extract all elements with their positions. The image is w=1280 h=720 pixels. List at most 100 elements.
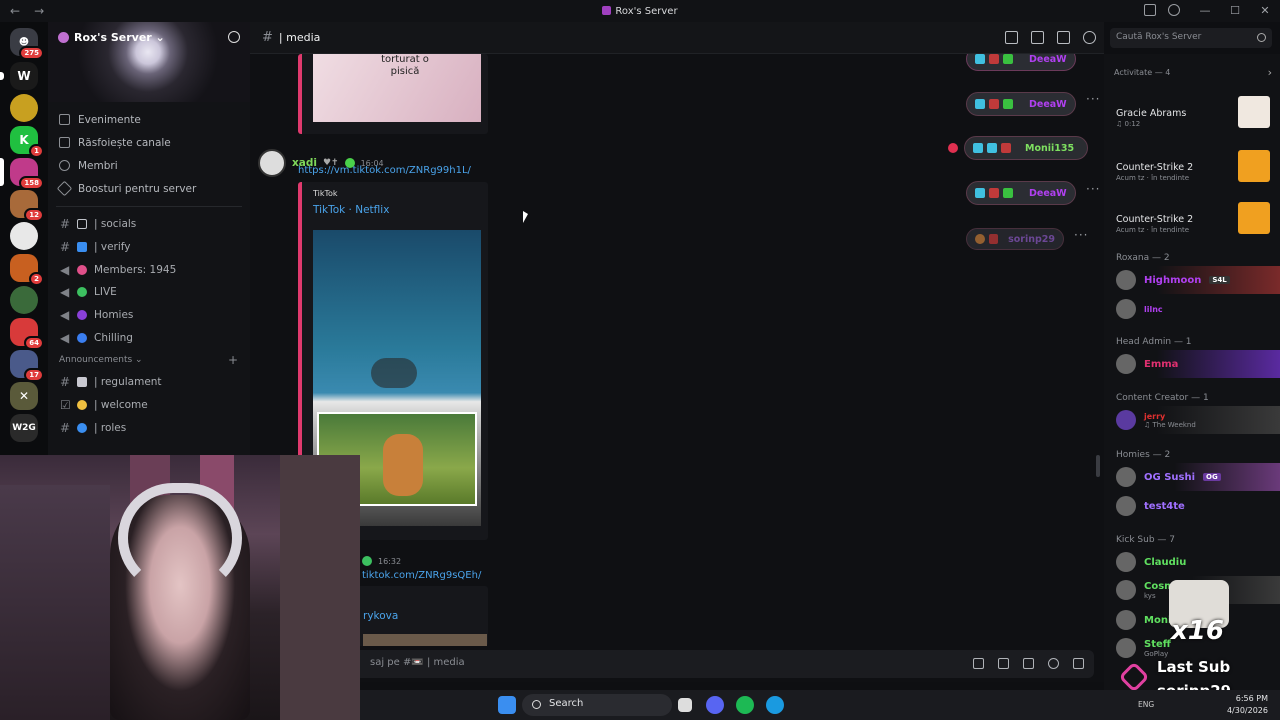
unread-badge: 275 (19, 46, 44, 60)
window-title: Rox's Server (0, 5, 1280, 17)
counter-strike-icon (1238, 202, 1270, 234)
channel-socials[interactable]: # | socials (48, 213, 250, 236)
reaction-pill[interactable]: DeeaW (966, 54, 1076, 71)
server-rox-icon[interactable]: 158 (0, 158, 44, 190)
member-item[interactable]: Highmoon S4L (1104, 266, 1280, 294)
scrollbar[interactable] (1096, 455, 1100, 477)
server-avatar-icon[interactable]: 12 (10, 190, 44, 222)
message-link[interactable]: tiktok.com/ZNRg9sQEh/ (362, 570, 481, 581)
members-link[interactable]: Membri (48, 154, 250, 177)
member-item[interactable]: Emma (1104, 350, 1280, 378)
gif-icon[interactable] (998, 658, 1009, 669)
inbox-icon[interactable] (1144, 4, 1156, 16)
server-k-icon[interactable]: K1 (10, 126, 44, 158)
back-button[interactable]: ← (10, 4, 20, 18)
member-item[interactable]: OG Sushi OG (1104, 463, 1280, 491)
checkmark-icon (77, 242, 87, 253)
timestamp: 16:32 (378, 556, 402, 566)
server-green-icon[interactable] (10, 286, 38, 314)
taskbar-search[interactable]: Search (522, 694, 672, 716)
add-channel-button[interactable]: + (228, 353, 238, 367)
group-header: Homies — 2 (1116, 450, 1171, 460)
browse-channels-link[interactable]: Răsfoiește canale (48, 131, 250, 154)
pin-icon[interactable] (1057, 31, 1070, 44)
gift-icon[interactable] (973, 658, 984, 669)
embed-title[interactable]: rykova (363, 610, 398, 622)
reaction-pill[interactable]: DeeaW (966, 181, 1076, 205)
channel-roles[interactable]: # | roles (48, 417, 250, 440)
more-options-icon[interactable]: ··· (1086, 92, 1100, 106)
avatar[interactable] (258, 149, 286, 177)
channel-chilling[interactable]: ◀ Chilling (48, 326, 250, 349)
avatar (1116, 299, 1136, 319)
member-item[interactable]: test4te (1104, 492, 1280, 520)
invite-icon[interactable] (228, 31, 240, 43)
video-thumbnail[interactable]: torturat o pisică (313, 54, 481, 122)
member-item[interactable]: lilnc (1104, 295, 1280, 323)
clock[interactable]: 6:56 PM 4/30/2026 (1227, 693, 1268, 717)
events-link[interactable]: Evenimente (48, 108, 250, 131)
category-announcements[interactable]: Announcements ⌄ + (48, 349, 250, 371)
server-boosts-link[interactable]: Boosturi pentru server (48, 177, 250, 200)
server-w2g-icon[interactable]: W2G (10, 414, 38, 442)
chevron-right-icon[interactable]: › (1268, 66, 1272, 79)
edge-icon[interactable] (766, 696, 784, 714)
notepad-icon (77, 377, 87, 388)
hash-icon: # (60, 240, 71, 255)
message-input[interactable]: saj pe #📼 | media (260, 650, 1094, 678)
reaction-pill[interactable]: DeeaW (966, 92, 1076, 116)
help-icon[interactable] (1168, 4, 1180, 16)
task-view-icon[interactable] (678, 698, 692, 712)
activity-card[interactable]: Gracie Abrams ♫ 0:12 (1112, 88, 1274, 134)
group-header: Roxana — 2 (1116, 253, 1170, 263)
more-options-icon[interactable]: ··· (1074, 228, 1088, 242)
message-link[interactable]: https://vm.tiktok.com/ZNRg99h1L/ (298, 165, 471, 176)
direct-messages-icon[interactable]: ☻ 275 (10, 28, 44, 60)
channel-live[interactable]: ◀ LIVE (48, 281, 250, 304)
server-name-button[interactable]: Rox's Server ⌄ (58, 31, 165, 44)
member-item[interactable]: jerry ♫ The Weeknd (1104, 406, 1280, 434)
video-thumbnail[interactable] (363, 634, 487, 646)
server-gold-icon[interactable] (10, 94, 38, 122)
threads-icon[interactable] (1005, 31, 1018, 44)
speaker-icon: ◀ (60, 308, 70, 323)
close-button[interactable]: ✕ (1250, 0, 1280, 22)
channel-welcome[interactable]: ☑ | welcome (48, 394, 250, 417)
server-w-icon[interactable]: W (0, 62, 38, 90)
embed-title[interactable]: TikTok · Netflix (313, 204, 389, 216)
server-x-icon[interactable]: ✕ (10, 382, 38, 410)
server-red-icon[interactable]: 64 (10, 318, 44, 350)
server-white-icon[interactable] (10, 222, 38, 250)
channel-members-count[interactable]: ◀ Members: 1945 (48, 258, 250, 281)
apps-icon[interactable] (1073, 658, 1084, 669)
more-options-icon[interactable]: ··· (1086, 182, 1100, 196)
activity-card[interactable]: Counter-Strike 2 Acum tz · în tendinte (1112, 142, 1274, 188)
member-item[interactable]: Claudiu (1104, 548, 1280, 576)
forward-button[interactable]: → (34, 4, 44, 18)
emoji-picker-icon[interactable] (1048, 658, 1059, 669)
reaction-pill[interactable]: sorinp29 (966, 228, 1064, 250)
spotify-icon[interactable] (736, 696, 754, 714)
start-icon[interactable] (498, 696, 516, 714)
member-list-icon[interactable] (1083, 31, 1096, 44)
channel-regulament[interactable]: # | regulament (48, 371, 250, 394)
sticker-icon[interactable] (1023, 658, 1034, 669)
channel-homies[interactable]: ◀ Homies (48, 304, 250, 327)
reaction-pill[interactable]: Monii135 (964, 136, 1088, 160)
maximize-button[interactable]: ☐ (1220, 0, 1250, 22)
play-icon[interactable] (371, 358, 417, 388)
emoji-icon (989, 188, 999, 198)
thumbnail-caption: torturat o pisică (381, 54, 429, 77)
discord-icon[interactable] (706, 696, 724, 714)
activity-card[interactable]: Counter-Strike 2 Acum tz · în tendinte (1112, 194, 1274, 240)
mute-icon[interactable] (1031, 31, 1044, 44)
hash-icon: # (60, 217, 71, 232)
counter-strike-icon (1238, 150, 1270, 182)
server-search-input[interactable]: Caută Rox's Server (1110, 28, 1272, 48)
language-indicator[interactable]: ENG (1138, 700, 1154, 709)
server-orange-icon[interactable]: 2 (10, 254, 44, 286)
channel-verify[interactable]: # | verify (48, 236, 250, 259)
server-blue-icon[interactable]: 17 (10, 350, 44, 382)
sub-multiplier: x16 (1171, 616, 1224, 646)
minimize-button[interactable]: — (1190, 0, 1220, 22)
